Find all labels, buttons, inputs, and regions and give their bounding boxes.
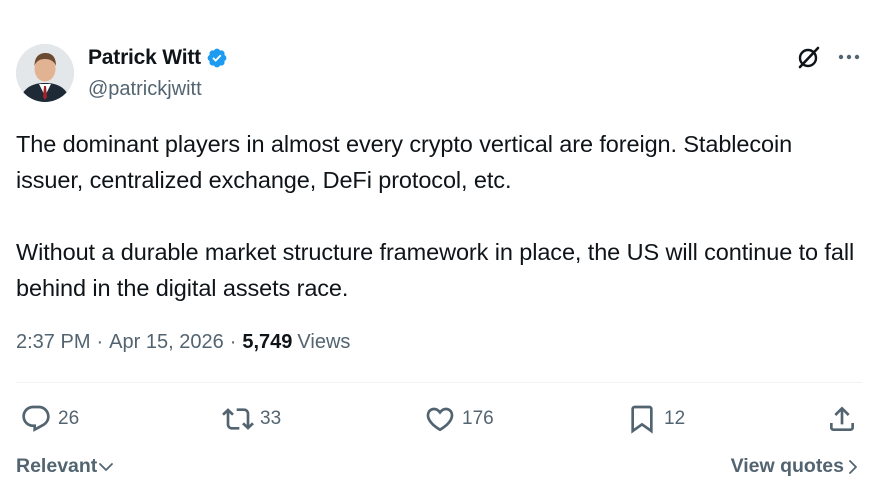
tweet-paragraph: The dominant players in almost every cry… (16, 131, 793, 193)
views-label: Views (297, 331, 351, 353)
like-icon (426, 407, 454, 432)
meta-separator: · (229, 331, 237, 353)
bookmark-button[interactable]: 12 (626, 403, 685, 435)
repost-icon (222, 408, 254, 430)
like-count: 176 (462, 408, 494, 429)
share-button[interactable] (826, 403, 858, 435)
sort-label: Relevant (16, 455, 98, 477)
grok-icon[interactable] (796, 44, 822, 75)
author-handle[interactable]: @patrickjwitt (88, 78, 202, 101)
chevron-down-icon (99, 462, 114, 471)
avatar-image (16, 44, 74, 102)
divider (16, 382, 862, 383)
reply-count: 26 (58, 408, 80, 429)
view-quotes-link[interactable]: View quotes (731, 455, 862, 478)
tweet-paragraph: Without a durable market structure frame… (16, 239, 855, 301)
repost-count: 33 (260, 408, 282, 429)
top-actions (796, 44, 862, 75)
reply-icon (22, 405, 50, 432)
bookmark-icon (631, 405, 653, 434)
tweet-date[interactable]: Apr 15, 2026 (109, 331, 224, 354)
sort-replies-dropdown[interactable]: Relevant (16, 455, 115, 478)
avatar[interactable] (16, 44, 74, 102)
meta-separator: · (96, 331, 104, 353)
like-button[interactable]: 176 (424, 403, 494, 435)
views-count[interactable]: 5,749 (242, 331, 292, 354)
verified-badge-icon[interactable] (206, 47, 228, 69)
reply-button[interactable]: 26 (20, 403, 79, 435)
more-icon[interactable] (836, 44, 862, 75)
share-icon (830, 406, 854, 431)
bookmark-count: 12 (664, 408, 686, 429)
tweet-time[interactable]: 2:37 PM (16, 331, 90, 354)
tweet-meta: 2:37 PM · Apr 15, 2026 · 5,749 Views (16, 331, 350, 354)
repost-button[interactable]: 33 (222, 403, 281, 435)
tweet-text: The dominant players in almost every cry… (16, 126, 856, 306)
author-display-name[interactable]: Patrick Witt (88, 46, 201, 70)
author-name-row: Patrick Witt (88, 46, 228, 70)
chevron-right-icon (849, 459, 857, 474)
view-quotes-label: View quotes (730, 455, 844, 477)
